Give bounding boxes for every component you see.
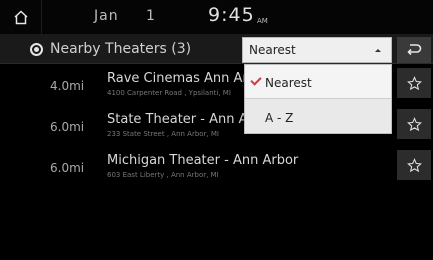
clock-time: 9:45	[208, 4, 255, 26]
sort-dropdown[interactable]: Nearest	[242, 37, 392, 63]
status-bar: Jan 1 9:45 AM	[0, 0, 433, 34]
favorite-button[interactable]	[397, 109, 431, 139]
star-icon	[406, 157, 422, 172]
favorite-button[interactable]	[397, 68, 431, 98]
page-title: Nearby Theaters (3)	[50, 41, 192, 57]
theater-address: 233 State Street , Ann Arbor, MI	[107, 130, 219, 138]
sort-option-a-z[interactable]: A - Z	[245, 100, 391, 134]
clock-ampm: AM	[257, 17, 268, 25]
back-button[interactable]	[397, 37, 431, 63]
theater-address: 4100 Carpenter Road , Ypsilanti, MI	[107, 89, 231, 97]
date-month: Jan	[94, 8, 119, 24]
sort-option-label: Nearest	[265, 76, 312, 90]
sort-option-nearest[interactable]: Nearest	[245, 65, 391, 99]
sort-options-menu: Nearest A - Z	[244, 64, 392, 134]
chevron-up-icon	[375, 49, 381, 52]
home-icon	[13, 9, 28, 24]
distance: 4.0mi	[50, 79, 85, 93]
theater-address: 603 East Liberty , Ann Arbor, MI	[107, 171, 219, 179]
distance: 6.0mi	[50, 161, 85, 175]
theater-name: Michigan Theater - Ann Arbor	[107, 153, 299, 168]
sort-selected-value: Nearest	[249, 43, 296, 57]
check-icon	[250, 74, 262, 86]
back-icon	[407, 44, 422, 56]
favorite-button[interactable]	[397, 150, 431, 180]
home-button[interactable]	[0, 0, 42, 34]
date-day: 1	[146, 8, 155, 24]
sort-option-label: A - Z	[265, 111, 294, 125]
star-icon	[406, 116, 422, 131]
list-item[interactable]: 6.0mi Michigan Theater - Ann Arbor 603 E…	[0, 150, 433, 186]
distance: 6.0mi	[50, 120, 85, 134]
location-icon	[30, 43, 43, 56]
star-icon	[406, 75, 422, 90]
